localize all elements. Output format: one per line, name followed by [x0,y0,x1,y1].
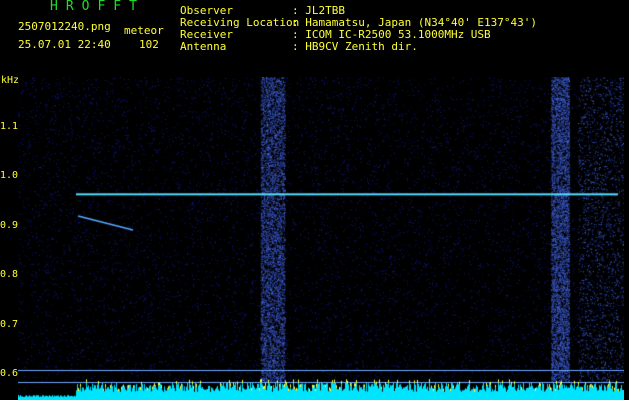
y-axis-unit: kHz [1,75,20,86]
antenna-value: : HB9CV Zenith dir. [292,40,418,53]
mode-label: meteor [124,24,164,37]
y-tick-label: 0.9 [0,219,19,231]
spectrogram-window: { "header": { "brand": "HROFFT", "filena… [0,0,629,400]
y-tick-label: 0.7 [0,318,19,330]
file-name: 2507012240.png [18,20,111,33]
app-brand: HROFFT [50,0,145,14]
detection-count: 102 [139,38,159,51]
y-tick-label: 1.1 [0,120,19,132]
spectrogram-plot [18,77,624,400]
y-tick-label: 0.6 [0,368,19,379]
capture-datetime: 25.07.01 22:40 [18,38,111,51]
antenna-label: Antenna [180,40,227,53]
y-tick-label: 1.0 [0,170,19,181]
y-tick-label: 0.8 [0,269,19,280]
